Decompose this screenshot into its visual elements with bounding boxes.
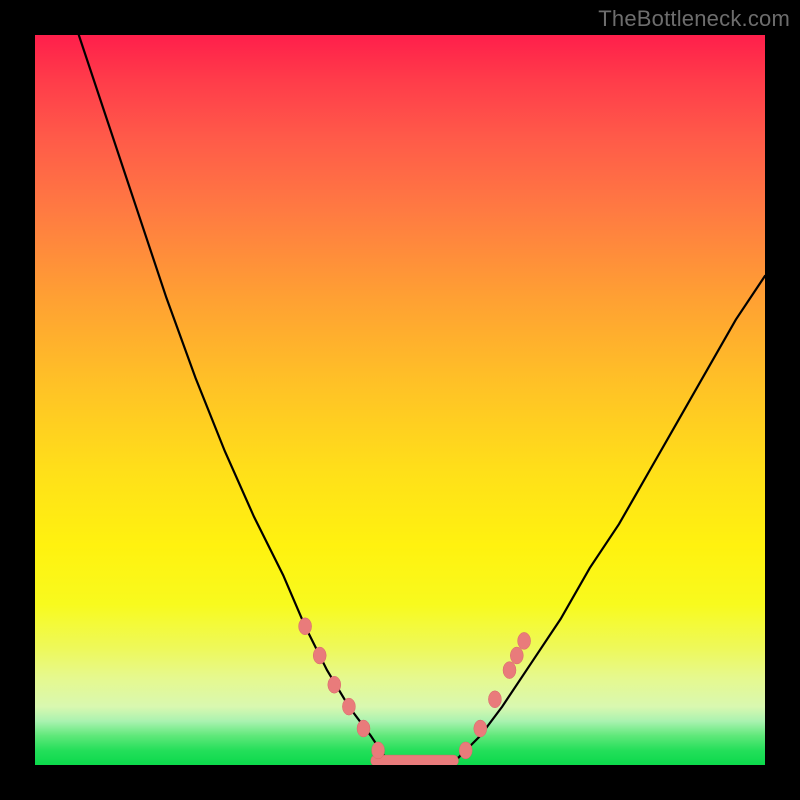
plot-area [35, 35, 765, 765]
valley-bar [371, 755, 459, 765]
curve-marker [459, 742, 472, 759]
curve-marker [357, 720, 370, 737]
watermark-label: TheBottleneck.com [598, 6, 790, 32]
curve-left [79, 35, 386, 758]
curve-marker [488, 691, 501, 708]
chart-frame: TheBottleneck.com [0, 0, 800, 800]
curve-marker [503, 662, 516, 679]
curve-marker [474, 720, 487, 737]
curve-marker [510, 647, 523, 664]
curve-marker [328, 676, 341, 693]
curve-overlay [35, 35, 765, 765]
curve-marker [299, 618, 312, 635]
curve-marker [372, 742, 385, 759]
curve-marker [518, 632, 531, 649]
marker-group [299, 618, 531, 759]
curve-marker [313, 647, 326, 664]
curve-marker [342, 698, 355, 715]
curve-right [458, 276, 765, 758]
